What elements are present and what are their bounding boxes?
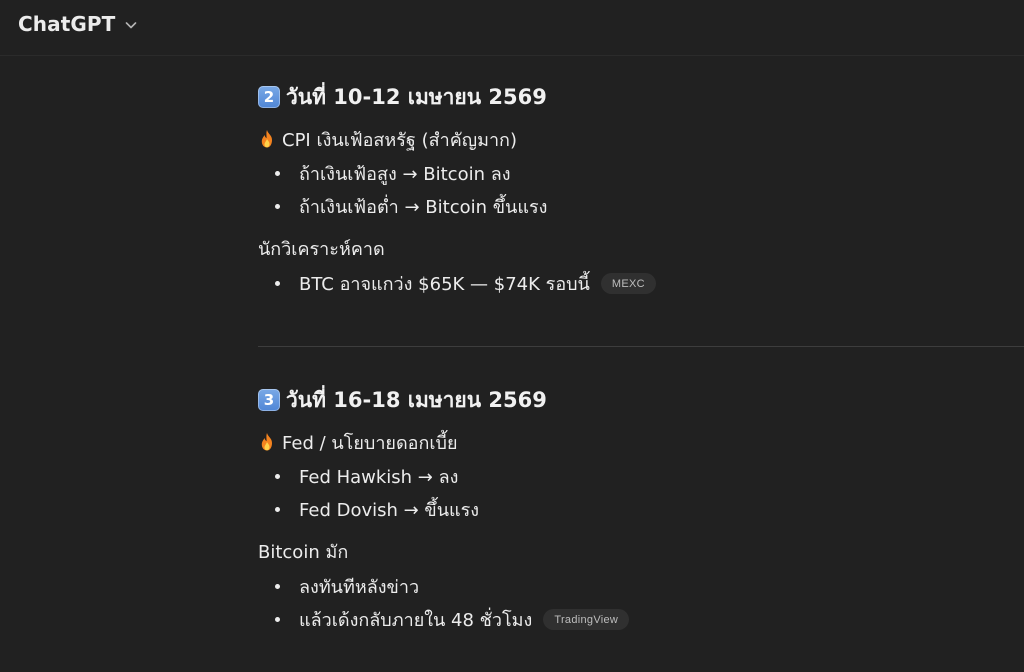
section-block: 2 วันที่ 10-12 เมษายน 2569 CPI เงินเฟ้อส… (258, 82, 1024, 300)
subhead-line: นักวิเคราะห์คาด (258, 235, 1024, 261)
bullet-dot (275, 617, 280, 622)
source-citation-pill[interactable]: TradingView (543, 609, 630, 630)
section-divider (258, 346, 1024, 347)
keycap-number-icon: 2 (258, 86, 280, 108)
list-item-text: ถ้าเงินเฟ้อสูง → Bitcoin ลง (299, 164, 511, 185)
list-item: BTC อาจแกว่ง $65K — $74K รอบนี้ MEXC (258, 267, 1024, 300)
list-item-text: ลงทันทีหลังข่าว (299, 577, 420, 598)
app-title: ChatGPT (18, 12, 116, 36)
bullet-list: ถ้าเงินเฟ้อสูง → Bitcoin ลง ถ้าเงินเฟ้อต… (258, 157, 1024, 223)
lead-text: Fed / นโยบายดอกเบี้ย (282, 432, 458, 454)
fire-icon (261, 433, 272, 451)
section-heading: 2 วันที่ 10-12 เมษายน 2569 (258, 82, 1024, 112)
list-item: Fed Hawkish → ลง (258, 460, 1024, 493)
model-selector[interactable]: ChatGPT (18, 12, 139, 36)
list-item-text: Fed Dovish → ขึ้นแรง (299, 500, 480, 521)
source-citation-pill[interactable]: MEXC (600, 273, 656, 294)
chevron-down-icon (126, 22, 137, 29)
bullet-dot (275, 507, 280, 512)
section-heading: 3 วันที่ 16-18 เมษายน 2569 (258, 385, 1024, 415)
section-title-text: วันที่ 16-18 เมษายน 2569 (286, 387, 547, 412)
top-bar: ChatGPT (0, 0, 1024, 56)
bullet-dot (275, 474, 280, 479)
bullet-dot (275, 204, 280, 209)
fire-icon (261, 130, 272, 148)
subhead-text: Bitcoin มัก (258, 541, 349, 563)
bullet-list: Fed Hawkish → ลง Fed Dovish → ขึ้นแรง (258, 460, 1024, 526)
bullet-dot (275, 281, 280, 286)
list-item: ลงทันทีหลังข่าว (258, 570, 1024, 603)
bullet-list: BTC อาจแกว่ง $65K — $74K รอบนี้ MEXC (258, 267, 1024, 300)
lead-line: Fed / นโยบายดอกเบี้ย (258, 429, 1024, 455)
subhead-text: นักวิเคราะห์คาด (258, 238, 385, 260)
subhead-line: Bitcoin มัก (258, 538, 1024, 564)
list-item: ถ้าเงินเฟ้อต่ำ → Bitcoin ขึ้นแรง (258, 190, 1024, 223)
list-item-text: แล้วเด้งกลับภายใน 48 ชั่วโมง (299, 610, 533, 631)
lead-line: CPI เงินเฟ้อสหรัฐ (สำคัญมาก) (258, 126, 1024, 152)
keycap-number-icon: 3 (258, 389, 280, 411)
list-item-text: Fed Hawkish → ลง (299, 467, 459, 488)
list-item: Fed Dovish → ขึ้นแรง (258, 493, 1024, 526)
bullet-dot (275, 171, 280, 176)
lead-text: CPI เงินเฟ้อสหรัฐ (สำคัญมาก) (282, 129, 517, 151)
section-block: 3 วันที่ 16-18 เมษายน 2569 Fed / นโยบายด… (258, 385, 1024, 636)
list-item: แล้วเด้งกลับภายใน 48 ชั่วโมง TradingView (258, 603, 1024, 636)
section-title-text: วันที่ 10-12 เมษายน 2569 (286, 84, 547, 109)
bullet-dot (275, 584, 280, 589)
list-item-text: ถ้าเงินเฟ้อต่ำ → Bitcoin ขึ้นแรง (299, 197, 548, 218)
list-item-text: BTC อาจแกว่ง $65K — $74K รอบนี้ (299, 274, 590, 295)
bullet-list: ลงทันทีหลังข่าว แล้วเด้งกลับภายใน 48 ชั่… (258, 570, 1024, 636)
list-item: ถ้าเงินเฟ้อสูง → Bitcoin ลง (258, 157, 1024, 190)
